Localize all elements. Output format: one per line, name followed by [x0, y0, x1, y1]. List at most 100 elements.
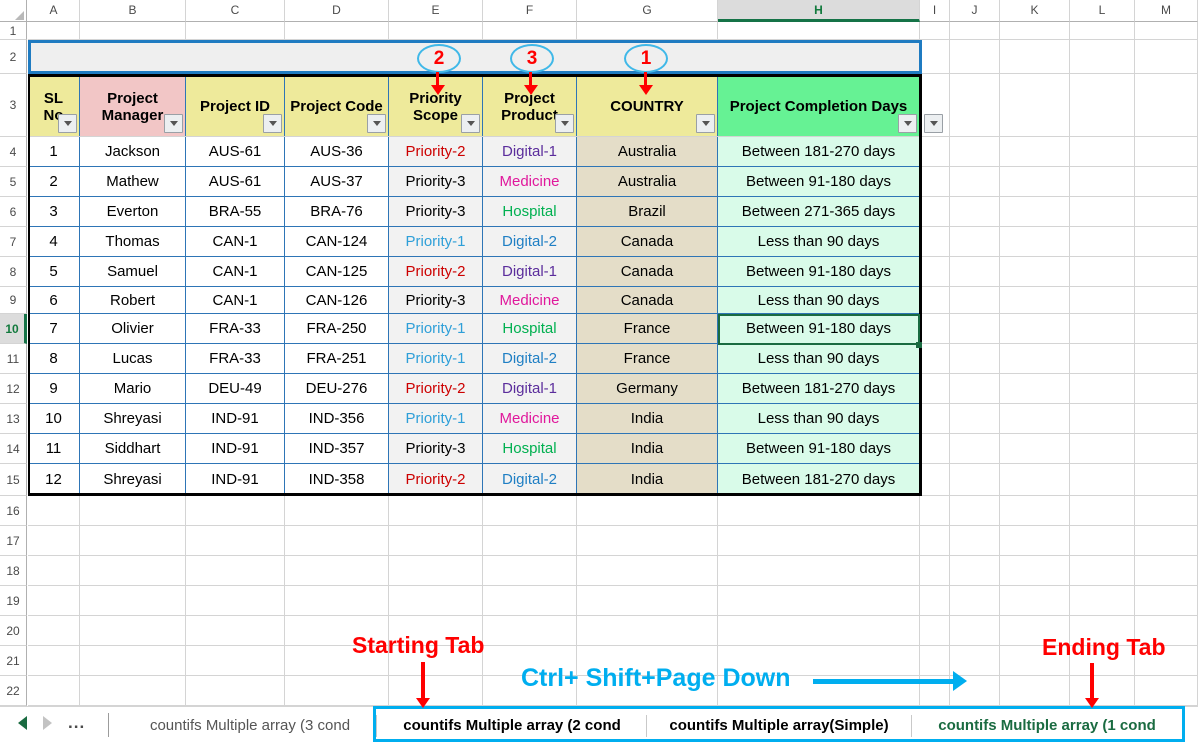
table-cell-product[interactable]: Medicine	[483, 287, 577, 314]
table-cell-product[interactable]: Digital-2	[483, 464, 577, 496]
table-cell-days[interactable]: Between 91-180 days	[718, 434, 920, 464]
grid-cell[interactable]	[950, 586, 1000, 616]
grid-cell[interactable]	[1070, 137, 1135, 167]
row-header-18[interactable]: 18	[0, 556, 27, 586]
grid-cell[interactable]	[1135, 167, 1198, 197]
grid-cell[interactable]	[920, 374, 950, 404]
table-cell-manager[interactable]: Jackson	[80, 137, 186, 167]
grid-cell[interactable]	[920, 404, 950, 434]
table-cell-project-code[interactable]: IND-357	[285, 434, 389, 464]
grid-cell[interactable]	[950, 40, 1000, 74]
grid-cell[interactable]	[28, 22, 80, 40]
column-header-g[interactable]: G	[577, 0, 718, 22]
grid-cell[interactable]	[483, 496, 577, 526]
grid-cell[interactable]	[950, 22, 1000, 40]
grid-cell[interactable]	[1000, 257, 1070, 287]
table-cell-days[interactable]: Less than 90 days	[718, 227, 920, 257]
table-cell-sl[interactable]: 3	[28, 197, 80, 227]
table-cell-product[interactable]: Digital-1	[483, 137, 577, 167]
grid-cell[interactable]	[1135, 464, 1198, 496]
grid-cell[interactable]	[718, 22, 920, 40]
grid-cell[interactable]	[186, 526, 285, 556]
grid-cell[interactable]	[1000, 526, 1070, 556]
grid-cell[interactable]	[1000, 40, 1070, 74]
grid-cell[interactable]	[483, 586, 577, 616]
grid-cell[interactable]	[1135, 40, 1198, 74]
column-header-e[interactable]: E	[389, 0, 483, 22]
prev-sheet-icon[interactable]	[18, 716, 27, 730]
grid-cell[interactable]	[1000, 74, 1070, 137]
table-cell-project-code[interactable]: AUS-36	[285, 137, 389, 167]
selected-merged-range-row2[interactable]	[28, 40, 922, 74]
table-cell-sl[interactable]: 6	[28, 287, 80, 314]
table-cell-product[interactable]: Hospital	[483, 314, 577, 344]
grid-cell[interactable]	[1135, 496, 1198, 526]
grid-cell[interactable]	[920, 616, 950, 646]
row-header-5[interactable]: 5	[0, 167, 27, 197]
grid-cell[interactable]	[1135, 526, 1198, 556]
grid-cell[interactable]	[28, 526, 80, 556]
grid-cell[interactable]	[920, 496, 950, 526]
row-header-4[interactable]: 4	[0, 137, 27, 167]
table-cell-sl[interactable]: 5	[28, 257, 80, 287]
grid-cell[interactable]	[920, 556, 950, 586]
grid-cell[interactable]	[1070, 586, 1135, 616]
grid-cell[interactable]	[285, 496, 389, 526]
table-cell-manager[interactable]: Thomas	[80, 227, 186, 257]
grid-cell[interactable]	[718, 496, 920, 526]
grid-cell[interactable]	[920, 586, 950, 616]
grid-cell[interactable]	[1135, 586, 1198, 616]
table-cell-sl[interactable]: 8	[28, 344, 80, 374]
grid-cell[interactable]	[285, 22, 389, 40]
row-header-6[interactable]: 6	[0, 197, 27, 227]
active-cell-outline[interactable]	[718, 314, 920, 345]
filter-dropdown-button[interactable]	[263, 114, 282, 133]
grid-cell[interactable]	[950, 404, 1000, 434]
grid-cell[interactable]	[950, 287, 1000, 314]
table-cell-manager[interactable]: Mario	[80, 374, 186, 404]
table-cell-product[interactable]: Digital-2	[483, 344, 577, 374]
grid-cell[interactable]	[1000, 676, 1070, 706]
row-header-1[interactable]: 1	[0, 22, 27, 40]
grid-cell[interactable]	[1000, 287, 1070, 314]
row-header-14[interactable]: 14	[0, 434, 27, 464]
table-cell-product[interactable]: Digital-1	[483, 374, 577, 404]
grid-cell[interactable]	[1000, 227, 1070, 257]
grid-cell[interactable]	[920, 646, 950, 676]
table-cell-priority[interactable]: Priority-2	[389, 374, 483, 404]
row-header-11[interactable]: 11	[0, 344, 27, 374]
grid-cell[interactable]	[1070, 344, 1135, 374]
grid-cell[interactable]	[1135, 74, 1198, 137]
grid-cell[interactable]	[80, 556, 186, 586]
table-cell-sl[interactable]: 1	[28, 137, 80, 167]
grid-cell[interactable]	[718, 556, 920, 586]
column-header-j[interactable]: J	[950, 0, 1000, 22]
column-header-i[interactable]: I	[920, 0, 950, 22]
grid-cell[interactable]	[186, 496, 285, 526]
grid-cell[interactable]	[950, 197, 1000, 227]
grid-cell[interactable]	[483, 22, 577, 40]
grid-cell[interactable]	[920, 434, 950, 464]
sheet-tab[interactable]: countifs Multiple array (2 cond	[378, 709, 646, 742]
table-cell-country[interactable]: Australia	[577, 167, 718, 197]
grid-cell[interactable]	[1070, 167, 1135, 197]
table-cell-project-id[interactable]: AUS-61	[186, 167, 285, 197]
column-header-c[interactable]: C	[186, 0, 285, 22]
table-cell-priority[interactable]: Priority-1	[389, 227, 483, 257]
table-cell-sl[interactable]: 12	[28, 464, 80, 496]
grid-cell[interactable]	[389, 556, 483, 586]
table-cell-manager[interactable]: Samuel	[80, 257, 186, 287]
grid-cell[interactable]	[718, 526, 920, 556]
grid-cell[interactable]	[577, 526, 718, 556]
table-cell-manager[interactable]: Shreyasi	[80, 404, 186, 434]
grid-cell[interactable]	[389, 586, 483, 616]
table-cell-manager[interactable]: Olivier	[80, 314, 186, 344]
table-cell-days[interactable]: Between 91-180 days	[718, 167, 920, 197]
grid-cell[interactable]	[1070, 40, 1135, 74]
table-cell-days[interactable]: Between 91-180 days	[718, 257, 920, 287]
grid-cell[interactable]	[950, 496, 1000, 526]
table-cell-country[interactable]: Canada	[577, 227, 718, 257]
table-cell-priority[interactable]: Priority-2	[389, 257, 483, 287]
grid-cell[interactable]	[80, 586, 186, 616]
row-header-22[interactable]: 22	[0, 676, 27, 706]
